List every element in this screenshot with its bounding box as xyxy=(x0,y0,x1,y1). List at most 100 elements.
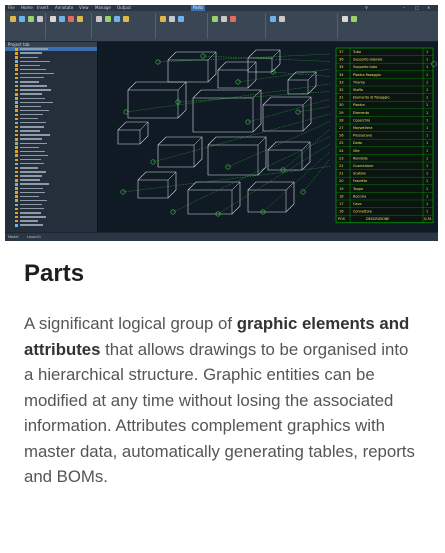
table-icon[interactable] xyxy=(160,16,166,22)
bom-position: 18 xyxy=(339,194,344,198)
tree-node-label xyxy=(20,64,40,67)
tree-node-label xyxy=(20,72,54,75)
bom-description: Coperchio xyxy=(353,118,370,122)
tree-node-label xyxy=(20,113,43,116)
bom-quantity: 1 xyxy=(426,172,428,176)
bom-position: 23 xyxy=(339,156,344,160)
parts-tree xyxy=(5,47,97,227)
bom-position: 28 xyxy=(339,118,344,122)
bom-description: Piastra xyxy=(353,103,365,107)
settings-icon[interactable] xyxy=(270,16,276,22)
import-icon[interactable] xyxy=(351,16,357,22)
numbering-icon[interactable] xyxy=(123,16,129,22)
bom-description: Elemento xyxy=(353,111,369,115)
bom-quantity: 1 xyxy=(426,149,428,153)
bom-position: 30 xyxy=(339,103,344,107)
bom-quantity: 1 xyxy=(426,141,428,145)
bom-quantity: 1 xyxy=(426,156,428,160)
options-icon[interactable] xyxy=(279,16,285,22)
report-icon[interactable] xyxy=(169,16,175,22)
bom-quantity: 1 xyxy=(426,164,428,168)
tree-node-label xyxy=(20,167,38,169)
bom-quantity: 1 xyxy=(426,88,428,92)
ribbon-group-settings xyxy=(267,13,338,39)
bom-description: Guarnizione xyxy=(353,164,373,168)
tree-node-label xyxy=(20,93,42,95)
bom-position: 31 xyxy=(339,96,344,100)
bom-position: 29 xyxy=(339,111,344,115)
edit-part-icon[interactable] xyxy=(19,16,25,22)
tree-node-label xyxy=(20,77,44,79)
bom-description: Piastra fissaggio xyxy=(353,73,381,77)
bom-quantity: 1 xyxy=(426,50,428,54)
bom-table xyxy=(335,47,434,224)
tree-node-label xyxy=(20,122,46,124)
list-icon[interactable] xyxy=(50,16,56,22)
folder-icon[interactable] xyxy=(77,16,83,22)
bom-description: Connettore xyxy=(353,210,372,214)
model-tab[interactable]: Model xyxy=(8,233,19,241)
layout-tab[interactable]: Layout1 xyxy=(27,233,41,241)
bom-position: 17 xyxy=(339,202,344,206)
bom-quantity: 1 xyxy=(426,65,428,69)
drawing-canvas[interactable]: 37 Tubo 1 36 Supporto laterale 1 35 Supporto tu… xyxy=(98,42,438,232)
export-icon[interactable] xyxy=(342,16,348,22)
bom-description: Dado xyxy=(353,141,362,145)
bom-quantity: 1 xyxy=(426,96,428,100)
bom-position: 27 xyxy=(339,126,344,130)
tree-node[interactable] xyxy=(5,223,97,227)
section-heading: Parts xyxy=(24,260,85,287)
balloon-icon[interactable] xyxy=(105,16,111,22)
tree-node-label xyxy=(20,89,51,91)
status-bar: Model Layout1 xyxy=(5,233,438,241)
link-icon[interactable] xyxy=(114,16,120,22)
bom-description: Morsettiera xyxy=(353,126,372,130)
insert-part-icon[interactable] xyxy=(10,16,16,22)
reference-icon[interactable] xyxy=(96,16,102,22)
bom-description: Pressacavo xyxy=(353,134,372,138)
attribute-icon[interactable] xyxy=(28,16,34,22)
bom-position: 19 xyxy=(339,187,344,191)
tree-icon[interactable] xyxy=(59,16,65,22)
bom-description: Staffa xyxy=(353,88,363,92)
bom-quantity: 1 xyxy=(426,210,428,214)
tree-node-label xyxy=(20,105,41,108)
tree-node-label xyxy=(20,146,39,149)
tree-node-label xyxy=(20,68,46,71)
tree-node-label xyxy=(20,171,46,173)
highlight-icon[interactable] xyxy=(212,16,218,22)
tree-node-label xyxy=(20,195,39,198)
bom-description: Elemento di fissaggio xyxy=(353,96,389,100)
tree-node-label xyxy=(20,130,40,132)
tree-node-label xyxy=(20,191,45,194)
tree-node-label xyxy=(20,187,43,189)
tree-node-label xyxy=(20,48,48,50)
bom-quantity: 1 xyxy=(426,118,428,122)
cad-screenshot: File Home Insert Annotate View Manage Ou… xyxy=(5,5,438,241)
tree-node-label xyxy=(20,81,39,83)
tree-node-label xyxy=(20,158,41,161)
properties-icon[interactable] xyxy=(37,16,43,22)
delete-icon[interactable] xyxy=(68,16,74,22)
filter-icon[interactable] xyxy=(230,16,236,22)
bom-description: Tubo xyxy=(352,50,361,54)
bom-position: 20 xyxy=(339,179,344,183)
bom-position: 33 xyxy=(339,80,344,84)
bom-position: 34 xyxy=(339,73,344,77)
bom-quantity: 1 xyxy=(426,73,428,77)
bom-icon[interactable] xyxy=(178,16,184,22)
bom-quantity: 1 xyxy=(426,111,428,115)
tree-node-label xyxy=(20,109,49,112)
tree-node-label xyxy=(20,220,38,222)
tree-node-label xyxy=(20,216,46,218)
bom-description: Fascetta xyxy=(353,179,367,183)
bom-position: 37 xyxy=(339,50,344,54)
bom-header-desc: DESCRIZIONE xyxy=(366,217,389,221)
description-intro: A significant logical group of xyxy=(24,314,237,333)
bom-position: 25 xyxy=(339,141,344,145)
isolate-icon[interactable] xyxy=(221,16,227,22)
ribbon-toolbar xyxy=(5,11,438,42)
parts-tree-panel: Project tab xyxy=(5,42,98,232)
tree-node-label xyxy=(20,101,53,103)
tree-node-label xyxy=(20,212,41,214)
